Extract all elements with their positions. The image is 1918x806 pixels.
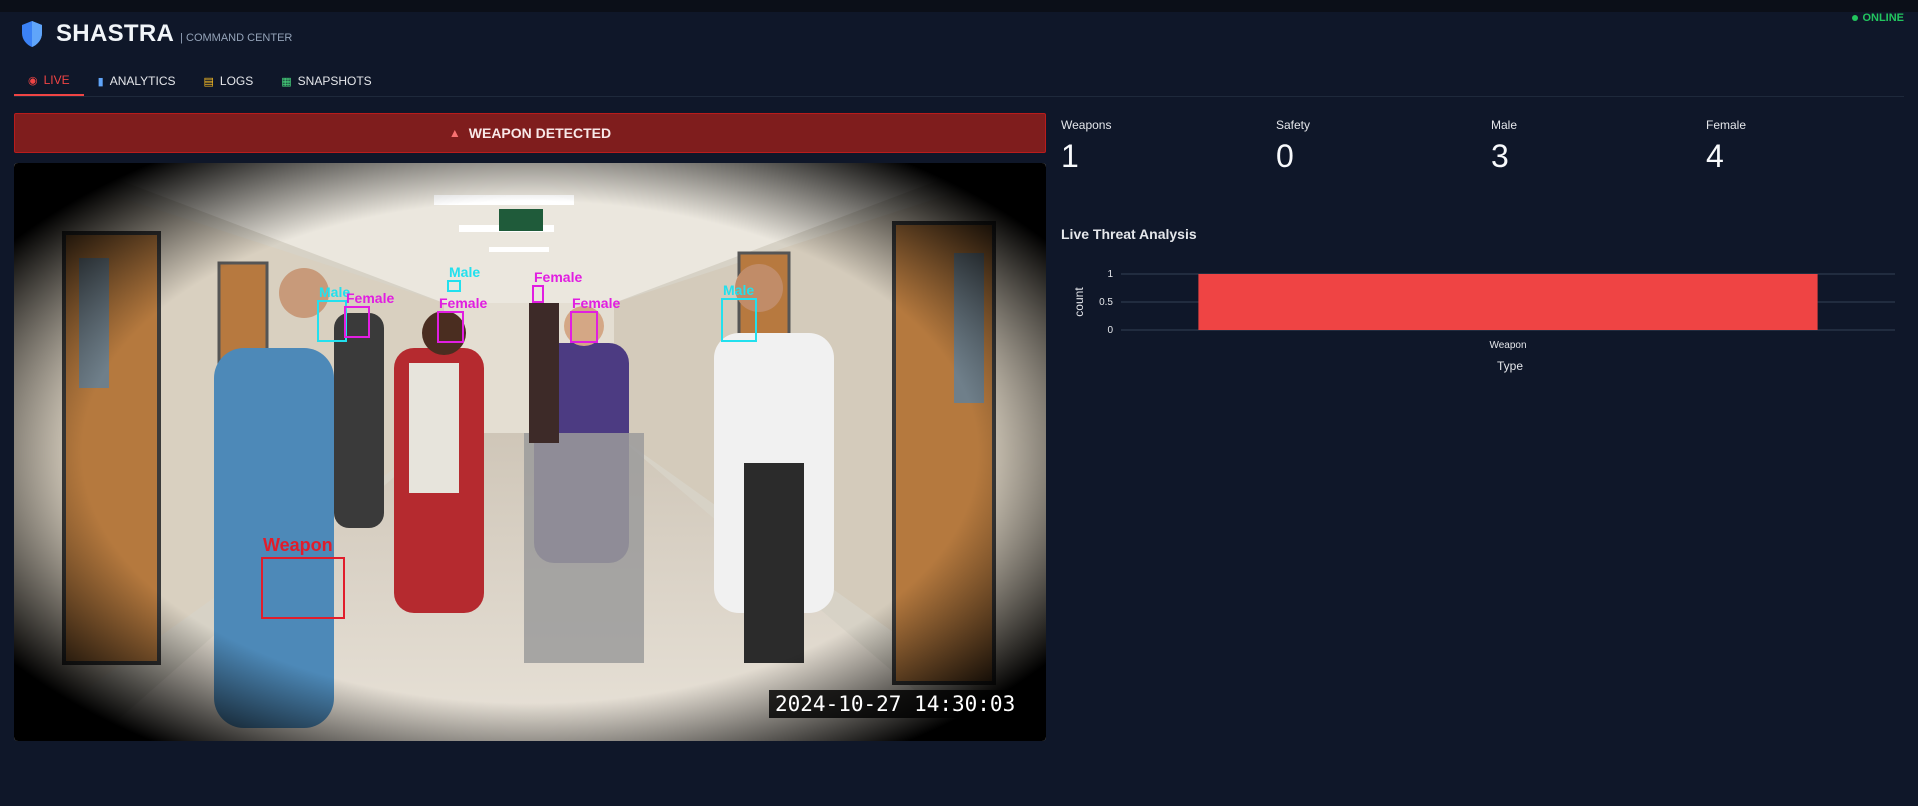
chart-y-ticks: 00.51 [1099, 269, 1113, 336]
chart-y-tick-label: 1 [1107, 269, 1113, 280]
scroll-icon: ▤ [203, 75, 214, 88]
image-icon: ▦ [281, 75, 292, 88]
detection-box-male: Male [721, 282, 757, 342]
chart-y-label: count [1072, 287, 1086, 317]
bar-chart-icon: ▮ [97, 75, 104, 88]
chart-bars [1198, 274, 1818, 330]
tab-bar: ◉ LIVE ▮ ANALYTICS ▤ LOGS ▦ SNAPSHOTS [14, 66, 1904, 97]
detection-box-weapon: Weapon [261, 535, 345, 619]
metric-value: 1 [1061, 138, 1079, 174]
siren-icon: ▲ [448, 126, 461, 140]
live-camera-feed: Male Female Male Female Female Female Ma… [14, 163, 1046, 741]
tab-live[interactable]: ◉ LIVE [14, 66, 84, 96]
chart-x-tick-label: Weapon [1489, 340, 1526, 351]
detection-label: Female [572, 295, 621, 311]
detection-box-female: Female [437, 295, 487, 343]
detection-label: Male [449, 264, 481, 280]
online-status: ONLINE [1852, 12, 1904, 24]
detection-label: Female [534, 269, 583, 285]
chart-title: Live Threat Analysis [1061, 226, 1197, 242]
detection-label: Female [346, 290, 395, 306]
tab-snapshots-label: SNAPSHOTS [297, 74, 372, 88]
detection-label: Male [723, 282, 755, 298]
metric-female: Female 4 [1706, 118, 1906, 175]
metric-safety: Safety 0 [1276, 118, 1476, 175]
detection-box-female: Female [532, 269, 582, 303]
detection-box-male: Male [317, 284, 350, 342]
metric-weapons: Weapons 1 [1061, 118, 1261, 175]
feed-timestamp: 2024-10-27 14:30:03 [769, 690, 1024, 718]
metric-label: Weapons [1061, 118, 1112, 132]
chart-x-label: Type [1497, 359, 1523, 373]
detection-box-male: Male [447, 264, 480, 292]
metric-value: 0 [1276, 138, 1294, 174]
online-status-label: ONLINE [1862, 12, 1904, 24]
detection-box-female: Female [570, 295, 620, 343]
tab-analytics-label: ANALYTICS [109, 74, 176, 88]
chart-bar[interactable] [1198, 274, 1818, 330]
chart-x-ticks: Weapon [1489, 340, 1526, 351]
camera-frame [14, 163, 1046, 741]
chart-y-tick-label: 0 [1107, 325, 1113, 336]
detection-label: Female [439, 295, 488, 311]
tab-logs[interactable]: ▤ LOGS [189, 66, 267, 96]
metric-value: 3 [1491, 138, 1509, 174]
app-subtitle: | COMMAND CENTER [180, 32, 293, 44]
metric-label: Female [1706, 118, 1747, 132]
tab-logs-label: LOGS [219, 74, 254, 88]
metric-label: Safety [1276, 118, 1311, 132]
tab-snapshots[interactable]: ▦ SNAPSHOTS [267, 66, 385, 96]
status-dot-icon [1852, 15, 1859, 21]
alert-text: WEAPON DETECTED [468, 125, 612, 141]
threat-analysis-chart: 00.51 Weapon count Type [1072, 269, 1895, 373]
shield-icon [22, 21, 42, 47]
top-strip [0, 0, 1918, 12]
brand: SHASTRA | COMMAND CENTER [20, 20, 292, 48]
detection-box-female: Female [344, 290, 394, 338]
tab-analytics[interactable]: ▮ ANALYTICS [84, 66, 190, 96]
weapon-alert-banner: ▲ WEAPON DETECTED [14, 113, 1046, 153]
tab-live-label: LIVE [43, 73, 70, 87]
app-name: SHASTRA [56, 20, 175, 47]
camera-icon: ◉ [28, 74, 38, 87]
metric-male: Male 3 [1491, 118, 1691, 175]
chart-y-tick-label: 0.5 [1099, 297, 1113, 308]
metric-value: 4 [1706, 138, 1724, 174]
detection-label: Weapon [263, 535, 333, 555]
metric-label: Male [1491, 118, 1518, 132]
